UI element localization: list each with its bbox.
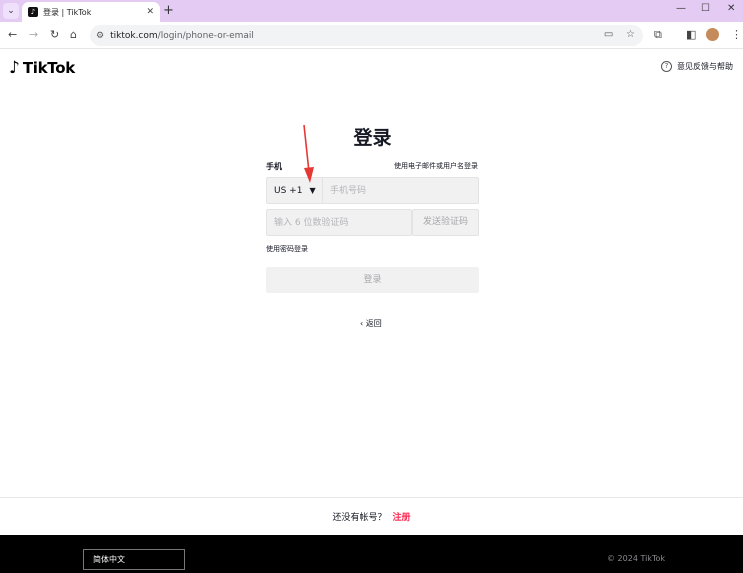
browser-tab-active[interactable]: ♪ 登录 | TikTok ✕ xyxy=(22,2,160,22)
maximize-button[interactable]: ☐ xyxy=(701,3,710,14)
password-login-link[interactable]: 使用密码登录 xyxy=(266,244,308,254)
extensions-icon[interactable]: ⧉ xyxy=(654,28,662,42)
help-label: 意见反馈与帮助 xyxy=(677,62,733,71)
email-login-link[interactable]: 使用电子邮件或用户名登录 xyxy=(394,161,478,171)
verification-code-input[interactable] xyxy=(266,209,412,236)
signup-prompt: 还没有帐号？ xyxy=(332,513,387,523)
side-panel-icon[interactable]: ◧ xyxy=(686,28,696,41)
chevron-left-icon: ‹ xyxy=(360,319,364,328)
tab-search-chevron-icon[interactable]: ⌄ xyxy=(3,3,19,19)
signup-bar: 还没有帐号？ 注册 xyxy=(0,497,743,535)
country-code-value: US +1 xyxy=(274,185,303,196)
login-title: 登录 xyxy=(353,127,392,149)
url-path: /login/phone-or-email xyxy=(157,30,254,41)
tab-close-icon[interactable]: ✕ xyxy=(146,7,154,17)
send-code-button[interactable]: 发送验证码 xyxy=(412,209,479,236)
back-link[interactable]: ‹ 返回 xyxy=(360,318,382,329)
minimize-button[interactable]: — xyxy=(676,3,686,14)
caret-down-icon: ▼ xyxy=(309,186,316,195)
reload-icon[interactable]: ↻ xyxy=(50,28,59,41)
phone-field-group: US +1 ▼ xyxy=(266,177,479,204)
bookmark-star-icon[interactable]: ☆ xyxy=(626,29,635,40)
back-arrow-icon[interactable]: ← xyxy=(8,28,17,41)
browser-tab-bar: ⌄ ♪ 登录 | TikTok ✕ + — ☐ ✕ xyxy=(0,0,743,22)
phone-label: 手机 xyxy=(266,162,282,171)
home-icon[interactable]: ⌂ xyxy=(70,28,77,41)
install-app-icon[interactable]: ▭ xyxy=(604,29,613,40)
profile-avatar[interactable] xyxy=(706,28,719,41)
tiktok-logo[interactable]: ♪ TikTok xyxy=(9,59,75,77)
url-host: tiktok.com xyxy=(110,30,158,41)
browser-menu-icon[interactable]: ⋮ xyxy=(731,28,742,41)
close-window-button[interactable]: ✕ xyxy=(727,3,735,14)
forward-arrow-icon[interactable]: → xyxy=(29,28,38,41)
site-info-icon[interactable]: ⚙ xyxy=(96,31,104,41)
signup-link[interactable]: 注册 xyxy=(393,510,411,523)
back-label: 返回 xyxy=(365,319,382,328)
feedback-help-link[interactable]: ? 意见反馈与帮助 xyxy=(661,61,733,72)
address-bar[interactable]: ⚙ tiktok.com/login/phone-or-email ▭ ☆ xyxy=(90,25,643,46)
login-button[interactable]: 登录 xyxy=(266,267,479,293)
browser-toolbar: ← → ↻ ⌂ ⚙ tiktok.com/login/phone-or-emai… xyxy=(0,22,743,49)
tiktok-note-icon: ♪ xyxy=(9,58,20,78)
new-tab-button[interactable]: + xyxy=(163,3,174,18)
phone-number-input[interactable] xyxy=(323,178,478,203)
footer: 简体中文 © 2024 TikTok xyxy=(0,535,743,573)
country-code-select[interactable]: US +1 ▼ xyxy=(267,178,323,203)
copyright: © 2024 TikTok xyxy=(607,554,665,563)
tiktok-favicon-icon: ♪ xyxy=(28,7,38,17)
question-mark-icon: ? xyxy=(661,61,672,72)
code-field-group: 发送验证码 xyxy=(266,209,479,236)
tab-title: 登录 | TikTok xyxy=(43,7,92,17)
language-select[interactable]: 简体中文 xyxy=(83,549,185,570)
logo-text: TikTok xyxy=(22,59,75,77)
